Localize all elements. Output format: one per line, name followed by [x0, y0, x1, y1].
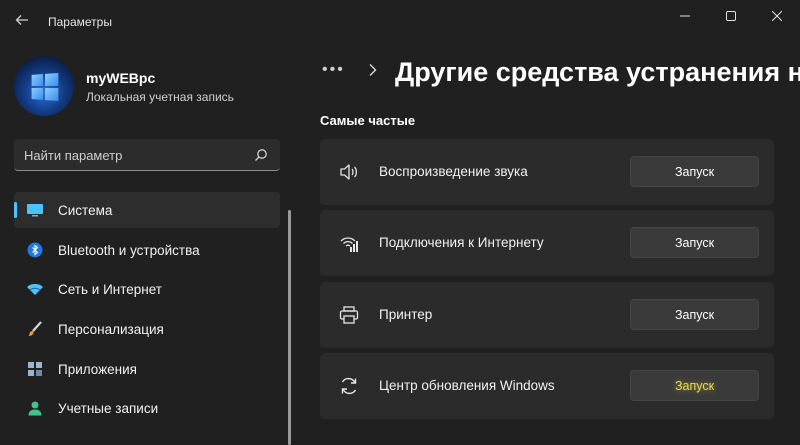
run-button-printer[interactable]: Запуск — [630, 299, 759, 330]
avatar — [14, 56, 74, 116]
run-button-internet[interactable]: Запуск — [630, 227, 759, 258]
run-button-label: Запуск — [674, 235, 715, 250]
app-title: Параметры — [48, 15, 112, 29]
troubleshooter-label: Принтер — [379, 307, 433, 322]
breadcrumb: ••• Другие средства устранения неполадок — [322, 55, 800, 95]
minimize-icon — [680, 15, 690, 17]
sidebar-item-label: Сеть и Интернет — [58, 282, 162, 298]
page-title: Другие средства устранения неполадок — [395, 57, 800, 87]
person-icon — [26, 400, 44, 416]
sidebar-item-accounts[interactable]: Учетные записи — [14, 390, 280, 426]
run-button-audio[interactable]: Запуск — [630, 156, 759, 187]
run-button-label: Запуск — [674, 378, 715, 393]
troubleshooter-card-windows-update: Центр обновления Windows Запуск — [320, 353, 774, 419]
user-profile[interactable]: myWEBpc Локальная учетная запись — [14, 56, 284, 118]
apps-icon — [26, 361, 44, 377]
section-title: Самые частые — [320, 113, 416, 128]
active-indicator — [14, 202, 17, 218]
sidebar-item-label: Учетные записи — [58, 401, 159, 417]
sidebar-item-network[interactable]: Сеть и Интернет — [14, 271, 280, 307]
run-button-label: Запуск — [674, 164, 715, 179]
sidebar-item-label: Персонализация — [58, 322, 164, 338]
network-icon — [338, 232, 360, 254]
troubleshooter-card-audio: Воспроизведение звука Запуск — [320, 139, 774, 205]
monitor-icon — [26, 202, 44, 218]
search-box[interactable] — [14, 139, 280, 171]
title-bar: Параметры — [0, 0, 800, 40]
run-button-label: Запуск — [674, 307, 715, 322]
sidebar-item-label: Bluetooth и устройства — [58, 242, 200, 258]
user-name: myWEBpc — [86, 70, 156, 86]
run-button-windows-update[interactable]: Запуск — [630, 370, 759, 401]
update-icon — [338, 375, 360, 397]
printer-icon — [338, 304, 360, 326]
troubleshooter-label: Центр обновления Windows — [379, 378, 555, 393]
close-button[interactable] — [754, 4, 800, 28]
troubleshooter-label: Воспроизведение звука — [379, 164, 528, 179]
sidebar-nav: Система Bluetooth и устройства Сеть и Ин… — [14, 192, 280, 430]
search-icon[interactable] — [252, 146, 270, 164]
bluetooth-icon — [26, 242, 44, 258]
maximize-icon — [726, 11, 736, 21]
sidebar-item-apps[interactable]: Приложения — [14, 351, 280, 387]
troubleshooter-label: Подключения к Интернету — [379, 235, 544, 250]
arrow-left-icon — [15, 15, 28, 25]
sidebar-item-personalization[interactable]: Персонализация — [14, 311, 280, 347]
close-icon — [772, 11, 782, 21]
brush-icon — [26, 321, 44, 337]
sidebar-scrollbar[interactable] — [288, 210, 291, 445]
maximize-button[interactable] — [708, 4, 754, 28]
troubleshooter-card-printer: Принтер Запуск — [320, 282, 774, 348]
sidebar-item-system[interactable]: Система — [14, 192, 280, 228]
wifi-icon — [26, 281, 44, 297]
minimize-button[interactable] — [662, 4, 708, 28]
troubleshooter-card-internet: Подключения к Интернету Запуск — [320, 210, 774, 276]
back-button[interactable] — [10, 8, 34, 32]
speaker-icon — [338, 161, 360, 183]
sidebar-item-label: Приложения — [58, 361, 137, 377]
chevron-right-icon — [368, 63, 378, 82]
breadcrumb-more-button[interactable]: ••• — [322, 61, 345, 79]
search-input[interactable] — [24, 145, 244, 165]
sidebar-item-label: Система — [58, 203, 113, 218]
windows-logo-icon — [31, 72, 59, 102]
sidebar-item-bluetooth[interactable]: Bluetooth и устройства — [14, 232, 280, 268]
account-type: Локальная учетная запись — [86, 90, 234, 104]
